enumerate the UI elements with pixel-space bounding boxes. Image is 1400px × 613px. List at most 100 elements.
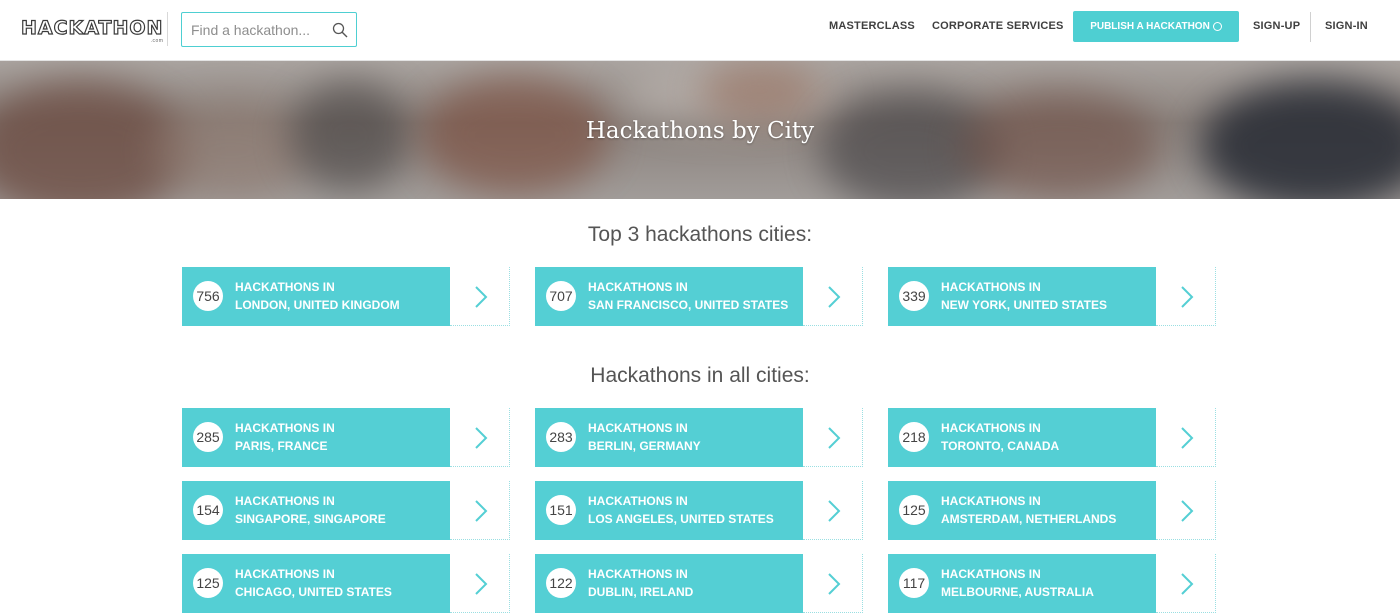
- chevron-right-icon: [828, 286, 841, 308]
- nav-sign-up[interactable]: SIGN-UP: [1253, 20, 1300, 32]
- city-card-arrow[interactable]: [450, 554, 510, 613]
- hackathon-count-badge: 339: [899, 281, 929, 311]
- city-card-prefix: HACKATHONS IN: [941, 567, 1041, 581]
- publish-hackathon-label: PUBLISH A HACKATHON: [1090, 21, 1210, 32]
- plus-circle-icon: [1212, 22, 1222, 31]
- city-card[interactable]: 117 HACKATHONS IN MELBOURNE, AUSTRALIA: [888, 554, 1216, 613]
- city-card[interactable]: 285 HACKATHONS IN PARIS, FRANCE: [182, 408, 510, 467]
- city-card-body[interactable]: 707 HACKATHONS IN SAN FRANCISCO, UNITED ST…: [535, 267, 803, 326]
- chevron-right-icon: [1181, 286, 1194, 308]
- city-card-prefix: HACKATHONS IN: [941, 494, 1041, 508]
- city-card[interactable]: 707 HACKATHONS IN SAN FRANCISCO, UNITED ST…: [535, 267, 863, 326]
- publish-hackathon-button[interactable]: PUBLISH A HACKATHON: [1073, 11, 1239, 42]
- city-card-body[interactable]: 125 HACKATHONS IN CHICAGO, UNITED STATES: [182, 554, 450, 613]
- city-name: CHICAGO, UNITED STATES: [235, 585, 392, 599]
- nav-corporate-services[interactable]: CORPORATE SERVICES: [932, 20, 1064, 32]
- city-name: LONDON, UNITED KINGDOM: [235, 298, 400, 312]
- hackathon-count-badge: 125: [899, 495, 929, 525]
- city-card[interactable]: 125 HACKATHONS IN CHICAGO, UNITED STATES: [182, 554, 510, 613]
- chevron-right-icon: [828, 573, 841, 595]
- hackathon-count-badge: 125: [193, 568, 223, 598]
- city-card[interactable]: 283 HACKATHONS IN BERLIN, GERMANY: [535, 408, 863, 467]
- city-card-prefix: HACKATHONS IN: [941, 280, 1041, 294]
- all-cities-heading: Hackathons in all cities:: [590, 364, 810, 387]
- city-card-prefix: HACKATHONS IN: [941, 421, 1041, 435]
- city-name: DUBLIN, IRELAND: [588, 585, 694, 599]
- chevron-right-icon: [1181, 427, 1194, 449]
- header-divider: [167, 12, 168, 46]
- chevron-right-icon: [475, 500, 488, 522]
- hackathon-count-badge: 122: [546, 568, 576, 598]
- city-name: MELBOURNE, AUSTRALIA: [941, 585, 1094, 599]
- city-card-arrow[interactable]: [450, 408, 510, 467]
- city-card-prefix: HACKATHONS IN: [588, 421, 688, 435]
- site-header: HACKATHON .com MASTERCLASS CORPORATE SER…: [0, 0, 1400, 61]
- city-card-arrow[interactable]: [803, 481, 863, 540]
- site-logo[interactable]: HACKATHON .com: [20, 17, 164, 44]
- hero-blur-shape: [150, 101, 310, 199]
- city-card-arrow[interactable]: [1156, 408, 1216, 467]
- hero-banner: Hackathons by City: [0, 61, 1400, 199]
- city-card-body[interactable]: 117 HACKATHONS IN MELBOURNE, AUSTRALIA: [888, 554, 1156, 613]
- search-input[interactable]: [189, 21, 333, 39]
- city-card[interactable]: 218 HACKATHONS IN TORONTO, CANADA: [888, 408, 1216, 467]
- city-card[interactable]: 125 HACKATHONS IN AMSTERDAM, NETHERLANDS: [888, 481, 1216, 540]
- city-card-prefix: HACKATHONS IN: [588, 280, 688, 294]
- city-card-arrow[interactable]: [1156, 481, 1216, 540]
- city-card-arrow[interactable]: [1156, 267, 1216, 326]
- city-card-body[interactable]: 285 HACKATHONS IN PARIS, FRANCE: [182, 408, 450, 467]
- city-card-arrow[interactable]: [803, 408, 863, 467]
- hackathon-count-badge: 283: [546, 422, 576, 452]
- city-name: PARIS, FRANCE: [235, 439, 328, 453]
- city-card[interactable]: 151 HACKATHONS IN LOS ANGELES, UNITED STAT…: [535, 481, 863, 540]
- hackathon-count-badge: 117: [899, 568, 929, 598]
- city-card-prefix: HACKATHONS IN: [235, 280, 335, 294]
- city-card-body[interactable]: 283 HACKATHONS IN BERLIN, GERMANY: [535, 408, 803, 467]
- search-box: [181, 12, 357, 47]
- hackathon-count-badge: 154: [193, 495, 223, 525]
- chevron-right-icon: [828, 500, 841, 522]
- city-name: BERLIN, GERMANY: [588, 439, 701, 453]
- city-card[interactable]: 154 HACKATHONS IN SINGAPORE, SINGAPORE: [182, 481, 510, 540]
- city-card-body[interactable]: 339 HACKATHONS IN NEW YORK, UNITED STATES: [888, 267, 1156, 326]
- city-card[interactable]: 756 HACKATHONS IN LONDON, UNITED KINGDOM: [182, 267, 510, 326]
- hero-blur-shape: [700, 61, 820, 121]
- city-card-body[interactable]: 218 HACKATHONS IN TORONTO, CANADA: [888, 408, 1156, 467]
- city-card-arrow[interactable]: [803, 554, 863, 613]
- hackathon-count-badge: 285: [193, 422, 223, 452]
- hackathon-count-badge: 756: [193, 281, 223, 311]
- city-card-arrow[interactable]: [450, 481, 510, 540]
- nav-sign-in[interactable]: SIGN-IN: [1325, 20, 1368, 32]
- nav-divider: [1310, 12, 1311, 42]
- city-card-body[interactable]: 125 HACKATHONS IN AMSTERDAM, NETHERLANDS: [888, 481, 1156, 540]
- city-card-body[interactable]: 154 HACKATHONS IN SINGAPORE, SINGAPORE: [182, 481, 450, 540]
- nav-masterclass[interactable]: MASTERCLASS: [829, 20, 915, 32]
- top-cities-heading: Top 3 hackathons cities:: [587, 223, 813, 246]
- city-card-arrow[interactable]: [1156, 554, 1216, 613]
- city-card[interactable]: 339 HACKATHONS IN NEW YORK, UNITED STATES: [888, 267, 1216, 326]
- city-card-body[interactable]: 756 HACKATHONS IN LONDON, UNITED KINGDOM: [182, 267, 450, 326]
- city-card-body[interactable]: 151 HACKATHONS IN LOS ANGELES, UNITED STAT…: [535, 481, 803, 540]
- chevron-right-icon: [475, 573, 488, 595]
- chevron-right-icon: [475, 286, 488, 308]
- hackathon-count-badge: 707: [546, 281, 576, 311]
- city-name: TORONTO, CANADA: [941, 439, 1060, 453]
- hero-title: Hackathons by City: [585, 118, 815, 144]
- city-card[interactable]: 122 HACKATHONS IN DUBLIN, IRELAND: [535, 554, 863, 613]
- city-card-body[interactable]: 122 HACKATHONS IN DUBLIN, IRELAND: [535, 554, 803, 613]
- chevron-right-icon: [475, 427, 488, 449]
- city-card-arrow[interactable]: [803, 267, 863, 326]
- hero-blur-shape: [960, 91, 1160, 199]
- city-name: LOS ANGELES, UNITED STATES: [588, 512, 774, 526]
- chevron-right-icon: [1181, 573, 1194, 595]
- city-card-arrow[interactable]: [450, 267, 510, 326]
- city-name: AMSTERDAM, NETHERLANDS: [941, 512, 1117, 526]
- logo-subtext: .com: [150, 38, 164, 44]
- city-card-prefix: HACKATHONS IN: [235, 567, 335, 581]
- hackathon-count-badge: 151: [546, 495, 576, 525]
- search-icon[interactable]: [332, 22, 348, 38]
- hackathon-count-badge: 218: [899, 422, 929, 452]
- city-card-prefix: HACKATHONS IN: [235, 494, 335, 508]
- logo-text: HACKATHON: [20, 17, 164, 39]
- city-name: NEW YORK, UNITED STATES: [941, 298, 1108, 312]
